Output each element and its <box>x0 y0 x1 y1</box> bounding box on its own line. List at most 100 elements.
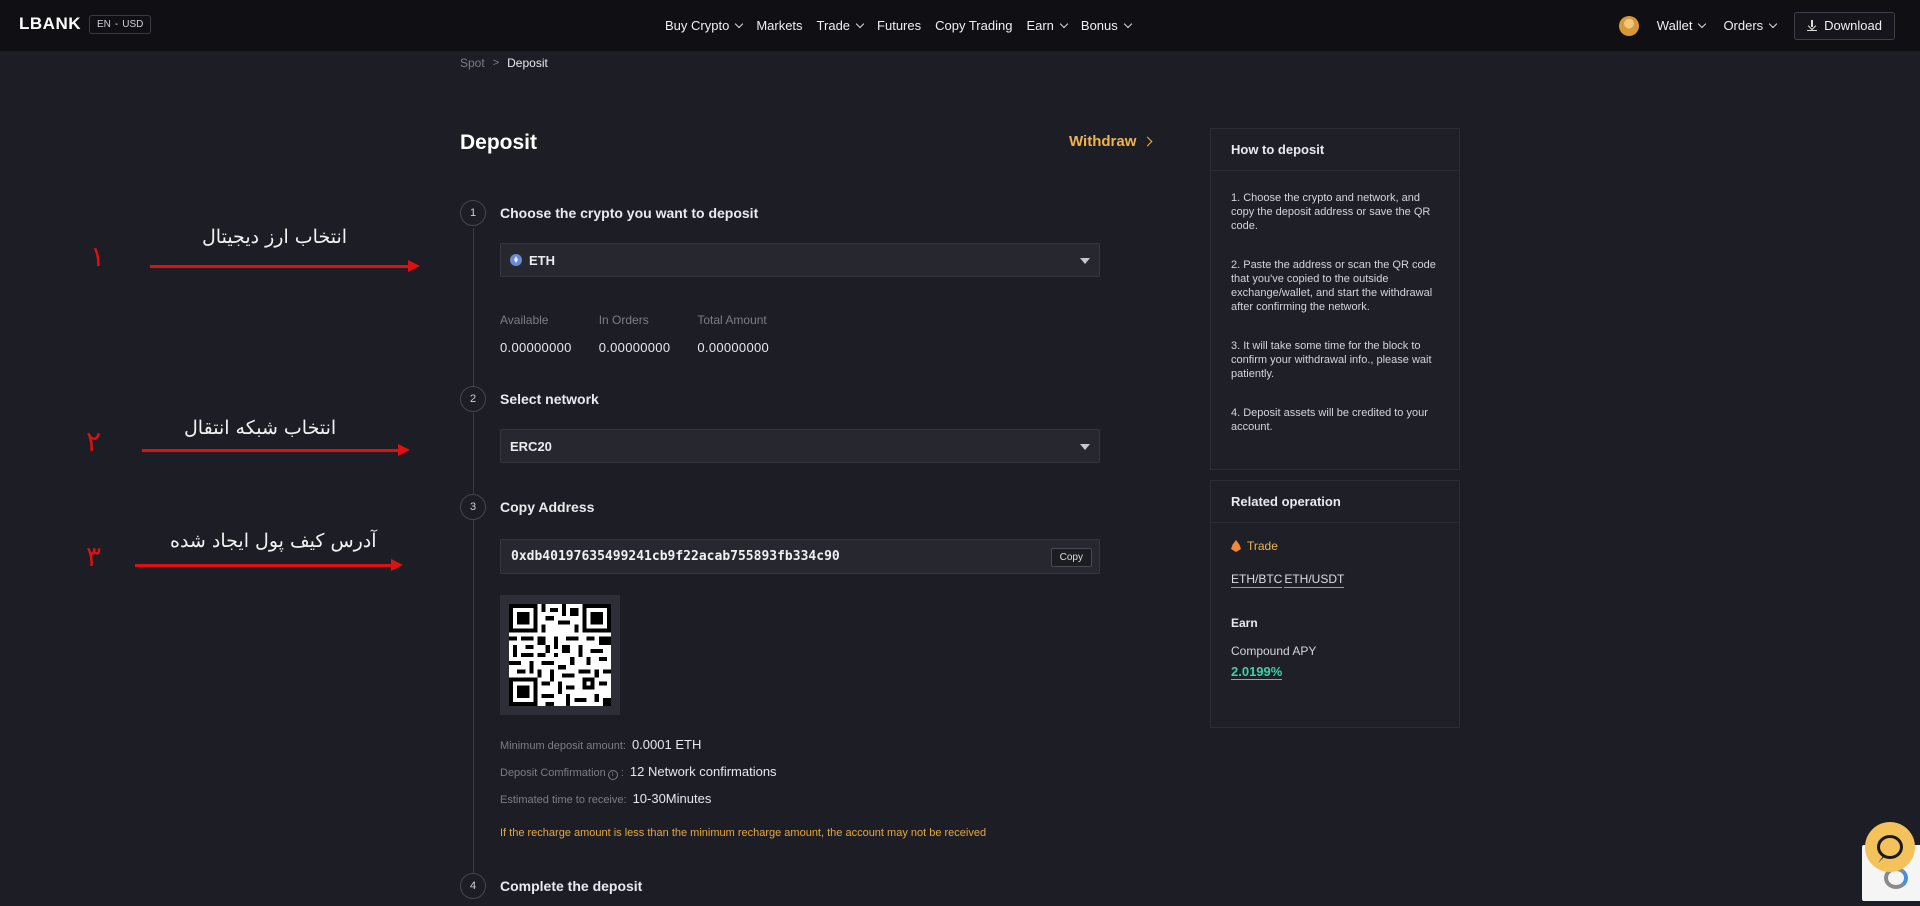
pair-link-eth-btc[interactable]: ETH/BTC <box>1231 572 1283 588</box>
trading-pairs: ETH/BTC ETH/USDT <box>1231 572 1439 588</box>
step-number-4: 4 <box>460 873 486 899</box>
top-navbar: LBANK EN - USD Buy Crypto Markets Trade … <box>0 0 1920 51</box>
avatar-icon[interactable] <box>1618 15 1639 36</box>
apy-value[interactable]: 2.0199% <box>1231 664 1283 680</box>
qr-code-container <box>500 595 620 715</box>
eth-icon <box>510 254 522 266</box>
balances: Available 0.00000000 In Orders 0.0000000… <box>500 313 769 355</box>
breadcrumb-spot[interactable]: Spot <box>460 56 485 70</box>
nav-label: Orders <box>1723 18 1764 33</box>
confirmation-label: Deposit Comfirmation i : <box>500 767 624 780</box>
language-label: EN <box>97 19 111 30</box>
lang-separator: - <box>114 19 119 30</box>
chevron-down-icon <box>855 19 865 29</box>
network-select[interactable]: ERC20 <box>500 429 1100 463</box>
download-icon <box>1807 20 1818 31</box>
chat-icon <box>1877 835 1903 859</box>
chevron-down-icon <box>735 19 744 29</box>
step-connector <box>473 520 474 873</box>
breadcrumb-separator: > <box>492 57 500 69</box>
nav-label: Wallet <box>1656 18 1693 33</box>
chevron-down-icon <box>1698 19 1707 29</box>
annotation-arrow-3 <box>135 559 403 571</box>
annotation-label-2: انتخاب شبکه انتقال <box>184 417 337 439</box>
nav-wallet[interactable]: Wallet <box>1656 18 1707 33</box>
deposit-address: 0xdb40197635499241cb9f22acab755893fb334c… <box>511 549 840 564</box>
nav-label: Earn <box>1026 18 1054 33</box>
step-title-select-network: Select network <box>500 391 599 407</box>
step-number-3: 3 <box>460 494 486 520</box>
balance-in-orders: In Orders 0.00000000 <box>599 313 671 355</box>
nav-label: Markets <box>756 18 803 33</box>
balance-label: Total Amount <box>697 313 767 327</box>
related-operation-body: Trade ETH/BTC ETH/USDT Earn Compound APY… <box>1211 523 1459 697</box>
how-step-item: 3. It will take some time for the block … <box>1231 340 1432 380</box>
page-title: Deposit <box>460 131 538 154</box>
annotation-number-2: ٢ <box>86 425 102 458</box>
deposit-address-field[interactable]: 0xdb40197635499241cb9f22acab755893fb334c… <box>500 539 1100 574</box>
logo[interactable]: LBANK <box>19 14 81 34</box>
chevron-right-icon <box>1142 136 1153 147</box>
fire-icon <box>1231 540 1241 552</box>
balance-label: In Orders <box>598 313 649 327</box>
step-title-complete: Complete the deposit <box>500 878 643 894</box>
nav-bonus[interactable]: Bonus <box>1081 18 1133 33</box>
confirmation-value: 12 Network confirmations <box>629 764 777 779</box>
annotation-label-1: انتخاب ارز دیجیتال <box>202 226 348 248</box>
annotation-number-1: ١ <box>90 240 106 273</box>
nav-label: Trade <box>816 18 851 33</box>
download-button[interactable]: Download <box>1794 11 1895 40</box>
annotation-arrow-1 <box>150 260 420 272</box>
caret-down-icon <box>1080 258 1090 264</box>
apy-label: Compound APY <box>1231 644 1317 658</box>
nav-futures[interactable]: Futures <box>877 18 921 33</box>
crypto-select[interactable]: ETH <box>500 243 1100 277</box>
how-step-item: 2. Paste the address or scan the QR code… <box>1231 259 1436 313</box>
nav-label: Futures <box>877 18 922 33</box>
step-number-2: 2 <box>460 386 486 412</box>
account-nav: Wallet Orders Download <box>1618 0 1895 51</box>
nav-buy-crypto[interactable]: Buy Crypto <box>665 18 744 33</box>
step-title-copy-address: Copy Address <box>500 499 595 515</box>
how-to-deposit-card: How to deposit 1. Choose the crypto and … <box>1210 128 1460 470</box>
support-chat-button[interactable] <box>1865 822 1915 872</box>
balance-total: Total Amount 0.00000000 <box>697 313 769 355</box>
how-to-deposit-list: 1. Choose the crypto and network, and co… <box>1211 171 1459 434</box>
info-icon[interactable]: i <box>607 770 618 780</box>
nav-markets[interactable]: Markets <box>756 18 802 33</box>
step-title-choose-crypto: Choose the crypto you want to deposit <box>500 205 759 221</box>
confirmation-row: Deposit Comfirmation i : 12 Network confi… <box>500 764 777 780</box>
nav-trade[interactable]: Trade <box>816 18 865 33</box>
balance-value: 0.00000000 <box>598 340 671 355</box>
earn-title: Earn <box>1231 616 1258 630</box>
copy-button[interactable]: Copy <box>1050 548 1092 567</box>
chevron-down-icon <box>1059 19 1069 29</box>
min-deposit-label: Minimum deposit amount: <box>500 740 626 752</box>
min-deposit-value: 0.0001 ETH <box>631 737 702 752</box>
balance-value: 0.00000000 <box>500 340 572 355</box>
how-step-item: 1. Choose the crypto and network, and co… <box>1231 192 1431 232</box>
breadcrumb: Spot > Deposit <box>460 56 548 70</box>
qr-code[interactable] <box>509 604 611 706</box>
pair-link-eth-usdt[interactable]: ETH/USDT <box>1284 572 1345 588</box>
nav-label: Buy Crypto <box>665 18 730 33</box>
minimum-amount-warning: If the recharge amount is less than the … <box>500 827 987 839</box>
related-operation-title: Related operation <box>1211 481 1459 523</box>
balance-value: 0.00000000 <box>697 340 770 355</box>
nav-earn[interactable]: Earn <box>1026 18 1069 33</box>
how-to-deposit-title: How to deposit <box>1211 129 1459 171</box>
download-label: Download <box>1824 18 1882 33</box>
balance-available: Available 0.00000000 <box>500 313 572 355</box>
estimated-time-value: 10-30Minutes <box>632 791 712 806</box>
language-currency-selector[interactable]: EN - USD <box>89 15 152 34</box>
nav-orders[interactable]: Orders <box>1723 18 1778 33</box>
breadcrumb-current: Deposit <box>507 56 548 70</box>
trade-section: Trade <box>1231 539 1439 553</box>
main-nav: Buy Crypto Markets Trade Futures Copy Tr… <box>665 0 1145 51</box>
annotation-label-3: آدرس کیف پول ایجاد شده <box>170 530 377 552</box>
step-connector <box>473 228 474 386</box>
related-operation-card: Related operation Trade ETH/BTC ETH/USDT… <box>1210 480 1460 728</box>
withdraw-link[interactable]: Withdraw <box>1069 133 1153 150</box>
estimated-time-label: Estimated time to receive: <box>500 794 627 806</box>
nav-copy-trading[interactable]: Copy Trading <box>935 18 1012 33</box>
